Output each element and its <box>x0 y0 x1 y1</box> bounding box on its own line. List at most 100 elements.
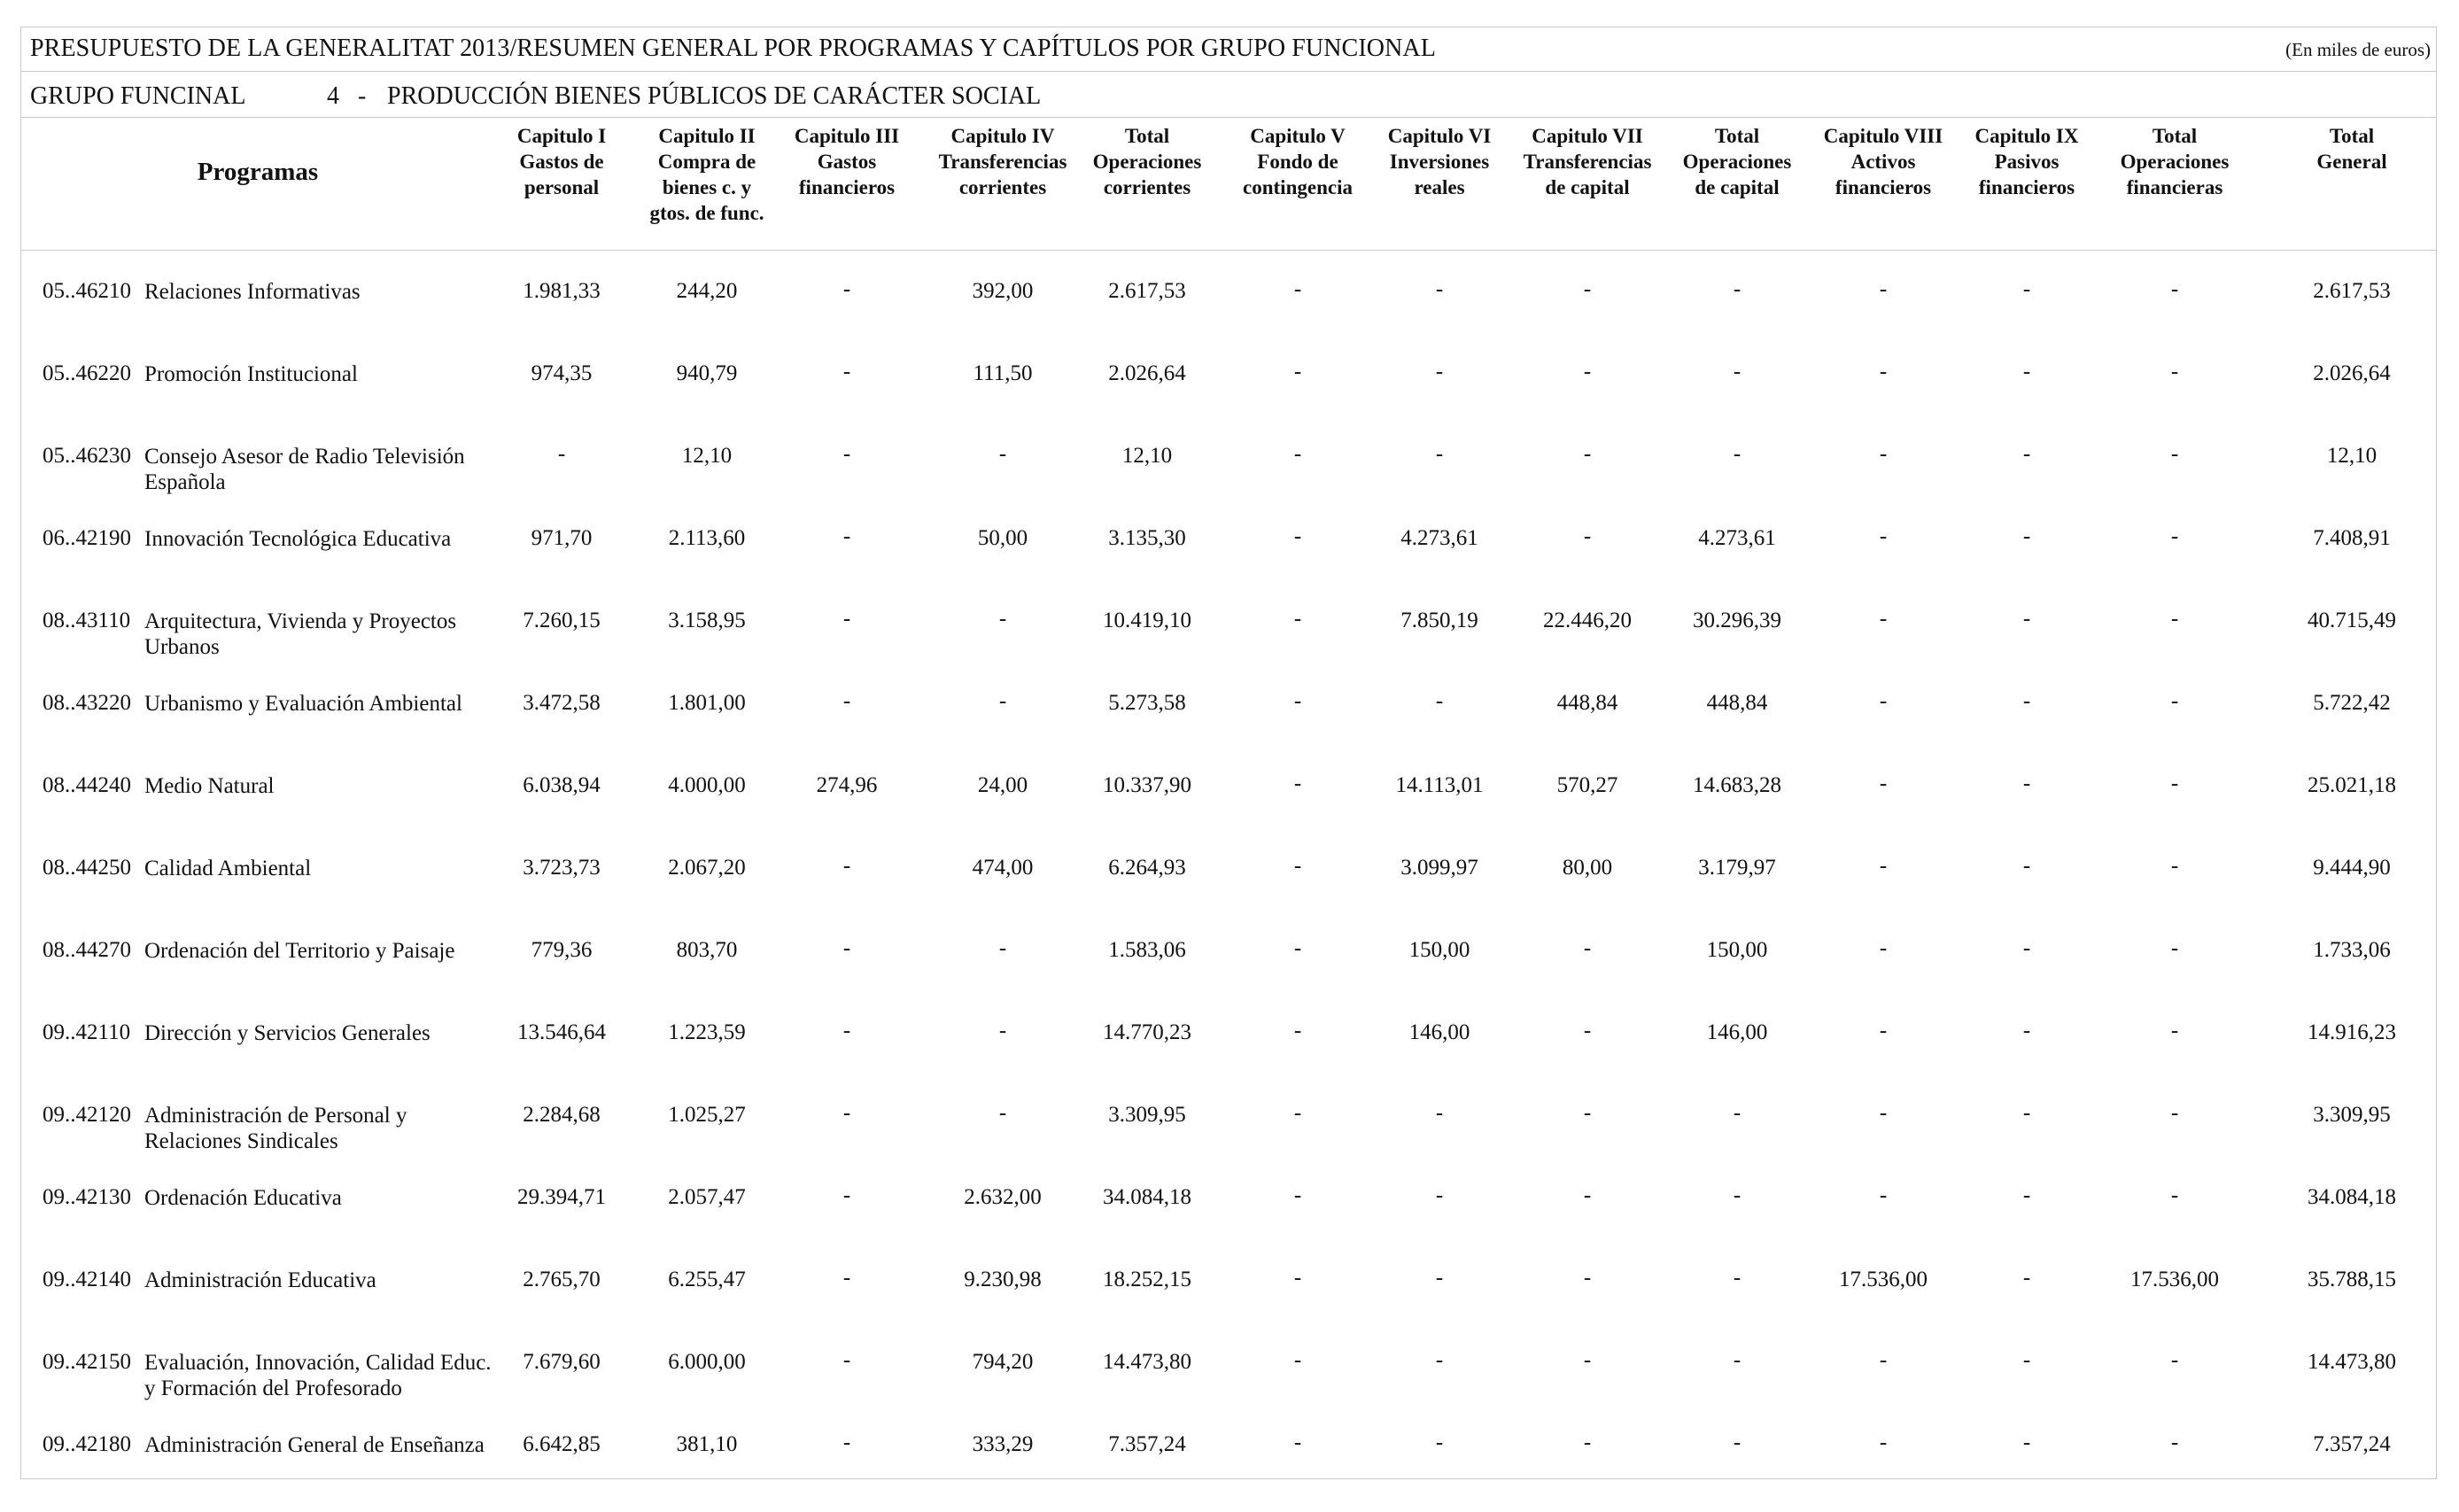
program-name: Relaciones Informativas <box>144 280 361 304</box>
program-name: Arquitectura, Vivienda y Proyectos Urban… <box>144 609 457 659</box>
table-cell: - <box>1879 607 1888 631</box>
table-row: 09..42110 Dirección y Servicios Generales… <box>21 992 2436 1074</box>
table-cell: - <box>1583 442 1592 466</box>
table-cell: - <box>2022 360 2031 384</box>
table-cell: 14.113,01 <box>1395 773 1484 797</box>
table-cell: - <box>2170 1019 2179 1043</box>
table-cell: 14.916,23 <box>2308 1020 2396 1044</box>
table-cell: - <box>1583 936 1592 960</box>
program-name: Evaluación, Innovación, Calidad Educ. y … <box>144 1351 492 1400</box>
table-cell: - <box>2170 360 2179 384</box>
table-cell: 10.337,90 <box>1103 773 1191 797</box>
table-cell: - <box>842 1183 851 1207</box>
table-cell: 6.642,85 <box>523 1432 601 1456</box>
table-cell: - <box>1293 772 1302 795</box>
table-cell: 5.273,58 <box>1108 691 1186 715</box>
table-cell: 3.135,30 <box>1108 526 1186 550</box>
table-row: 09..42140 Administración Educativa 2.765,7… <box>21 1239 2436 1322</box>
column-header: Total Operaciones financieras <box>2120 125 2230 198</box>
table-cell: 940,79 <box>676 361 738 385</box>
budget-table-frame: PRESUPUESTO DE LA GENERALITAT 2013/RESUM… <box>20 27 2437 1479</box>
table-cell: 29.394,71 <box>517 1185 606 1209</box>
table-cell: 1.981,33 <box>523 279 601 303</box>
table-cell: - <box>2170 277 2179 301</box>
table-row: 05..46210 Relaciones Informativas 1.981,33… <box>21 251 2436 333</box>
table-cell: 4.000,00 <box>668 773 746 797</box>
table-cell: 150,00 <box>1408 938 1470 962</box>
table-cell: - <box>2022 1019 2031 1043</box>
table-cell: 7.850,19 <box>1400 609 1478 632</box>
table-cell: - <box>2022 607 2031 631</box>
table-cell: - <box>2022 689 2031 713</box>
table-cell: 146,00 <box>1706 1020 1768 1044</box>
program-name: Consejo Asesor de Radio Televisión Españ… <box>144 445 465 494</box>
table-cell: - <box>1435 1266 1444 1290</box>
program-name: Administración General de Enseñanza <box>144 1433 485 1457</box>
program-code: 08..44270 <box>43 938 131 962</box>
table-row: 08..44270 Ordenación del Territorio y Pai… <box>21 910 2436 992</box>
table-cell: - <box>1879 854 1888 878</box>
table-cell: - <box>1583 1348 1592 1372</box>
table-cell: - <box>998 936 1007 960</box>
table-cell: 448,84 <box>1556 691 1618 715</box>
table-cell: - <box>998 1019 1007 1043</box>
table-cell: - <box>1293 607 1302 631</box>
column-header: Capitulo I Gastos de personal <box>516 125 607 198</box>
table-cell: - <box>1293 524 1302 548</box>
table-cell: - <box>1583 524 1592 548</box>
table-cell: - <box>1293 1266 1302 1290</box>
table-cell: - <box>1879 689 1888 713</box>
table-cell: - <box>1879 1431 1888 1454</box>
table-cell: 22.446,20 <box>1543 609 1632 632</box>
table-cell: 35.788,15 <box>2308 1268 2396 1291</box>
table-cell: - <box>2170 442 2179 466</box>
table-cell: - <box>2022 1183 2031 1207</box>
table-cell: - <box>1435 442 1444 466</box>
table-row: 08..43220 Urbanismo y Evaluación Ambienta… <box>21 663 2436 745</box>
table-cell: 474,00 <box>972 856 1034 880</box>
table-cell: 50,00 <box>977 526 1028 550</box>
program-code: 09..42130 <box>43 1185 131 1209</box>
table-row: 09..42130 Ordenación Educativa 29.394,71 2.… <box>21 1157 2436 1239</box>
table-cell: - <box>1879 277 1888 301</box>
table-cell: - <box>2170 1101 2179 1125</box>
table-cell: - <box>1733 1101 1741 1125</box>
table-cell: - <box>1293 442 1302 466</box>
table-cell: - <box>2170 772 2179 795</box>
program-name: Urbanismo y Evaluación Ambiental <box>144 692 462 716</box>
column-header: Total Operaciones de capital <box>1682 125 1792 198</box>
table-cell: - <box>842 1431 851 1454</box>
table-cell: 2.026,64 <box>1108 361 1186 385</box>
table-cell: - <box>1583 1019 1592 1043</box>
programs-header: Programas <box>197 158 319 186</box>
table-cell: 3.179,97 <box>1698 856 1776 880</box>
table-cell: - <box>2170 854 2179 878</box>
table-row: 09..42150 Evaluación, Innovación, Calidad… <box>21 1322 2436 1404</box>
table-cell: 12,10 <box>681 444 733 468</box>
table-cell: - <box>1583 360 1592 384</box>
column-header: Capitulo V Fondo de contingencia <box>1243 125 1353 198</box>
table-cell: 150,00 <box>1706 938 1768 962</box>
table-cell: - <box>1879 524 1888 548</box>
table-cell: - <box>998 689 1007 713</box>
table-cell: - <box>1583 277 1592 301</box>
table-cell: 25.021,18 <box>2308 773 2396 797</box>
table-cell: - <box>1293 1183 1302 1207</box>
table-cell: 779,36 <box>531 938 593 962</box>
table-cell: 7.260,15 <box>523 609 601 632</box>
table-cell: - <box>2170 524 2179 548</box>
table-cell: 3.099,97 <box>1400 856 1478 880</box>
table-cell: - <box>842 442 851 466</box>
table-cell: 18.252,15 <box>1103 1268 1191 1291</box>
table-cell: - <box>1879 936 1888 960</box>
table-cell: - <box>1293 1019 1302 1043</box>
table-cell: - <box>1879 772 1888 795</box>
table-cell: 2.284,68 <box>523 1103 601 1127</box>
table-cell: - <box>1293 689 1302 713</box>
table-cell: 17.536,00 <box>1839 1268 1928 1291</box>
program-code: 08..43110 <box>43 609 131 632</box>
table-cell: 17.536,00 <box>2130 1268 2219 1291</box>
table-cell: - <box>1583 1101 1592 1125</box>
table-cell: - <box>1733 1348 1741 1372</box>
program-name: Administración Educativa <box>144 1268 376 1292</box>
